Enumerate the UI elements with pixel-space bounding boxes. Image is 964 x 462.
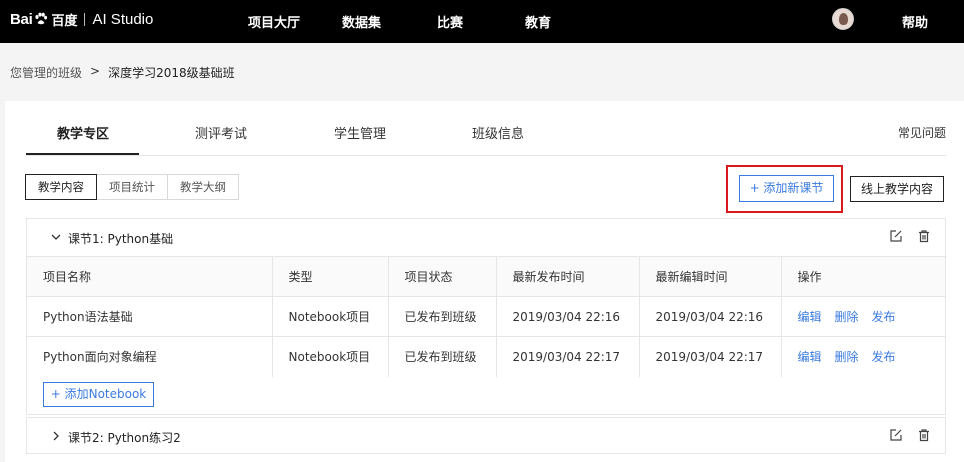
table-header-row: 项目名称 类型 项目状态 最新发布时间 最新编辑时间 操作: [27, 256, 945, 297]
section-header[interactable]: 课节2: Python练习2: [27, 418, 945, 455]
table-row: Python面向对象编程 Notebook项目 已发布到班级 2019/03/0…: [27, 336, 945, 377]
row-actions: 编辑 删除 发布: [780, 336, 945, 377]
logo-divider: [84, 12, 86, 26]
edited-time: 2019/03/04 22:16: [638, 296, 781, 337]
tab-bar: 教学专区 测评考试 学生管理 班级信息 常见问题: [26, 101, 946, 156]
col-status: 项目状态: [387, 256, 496, 297]
tab-students[interactable]: 学生管理: [334, 123, 386, 142]
delete-link[interactable]: 删除: [835, 350, 859, 364]
faq-link[interactable]: 常见问题: [898, 124, 946, 141]
col-ops: 操作: [780, 256, 945, 297]
paw-icon: [35, 12, 48, 25]
nav-datasets[interactable]: 数据集: [342, 12, 381, 31]
tab-assessment[interactable]: 测评考试: [195, 123, 247, 142]
col-edited: 最新编辑时间: [638, 256, 781, 297]
logo-text: Bai: [10, 10, 33, 28]
breadcrumb-parent[interactable]: 您管理的班级: [10, 64, 82, 81]
project-status: 已发布到班级: [387, 296, 496, 337]
subtab-group: 教学内容 项目统计 教学大纲: [25, 174, 239, 200]
table-row: Python语法基础 Notebook项目 已发布到班级 2019/03/04 …: [27, 296, 945, 337]
project-name[interactable]: Python面向对象编程: [27, 336, 272, 377]
project-type: Notebook项目: [271, 296, 388, 337]
project-name[interactable]: Python语法基础: [27, 296, 272, 337]
tab-teaching[interactable]: 教学专区: [57, 123, 109, 142]
app-name: AI Studio: [92, 10, 154, 28]
breadcrumb-separator: >: [90, 64, 101, 78]
nav-help[interactable]: 帮助: [902, 12, 928, 31]
online-content-button[interactable]: 线上教学内容: [850, 176, 944, 202]
edited-time: 2019/03/04 22:17: [638, 336, 781, 377]
section-title: 课节2: Python练习2: [68, 431, 181, 445]
subtab-stats[interactable]: 项目统计: [96, 174, 168, 200]
publish-link[interactable]: 发布: [872, 350, 896, 364]
col-type: 类型: [271, 256, 388, 297]
tab-class-info[interactable]: 班级信息: [472, 123, 524, 142]
section-header[interactable]: 课节1: Python基础: [27, 219, 945, 256]
trash-icon[interactable]: [917, 229, 931, 243]
trash-icon[interactable]: [917, 428, 931, 442]
project-status: 已发布到班级: [387, 336, 496, 377]
main-panel: 教学专区 测评考试 学生管理 班级信息 常见问题 教学内容 项目统计 教学大纲 …: [5, 101, 964, 462]
add-section-button[interactable]: + 添加新课节: [739, 175, 834, 202]
published-time: 2019/03/04 22:17: [495, 336, 639, 377]
chevron-down-icon[interactable]: [49, 230, 63, 244]
project-type: Notebook项目: [271, 336, 388, 377]
edit-icon[interactable]: [889, 428, 903, 442]
logo-cn: 百度: [51, 13, 78, 29]
subtab-content[interactable]: 教学内容: [25, 174, 97, 200]
subtab-syllabus[interactable]: 教学大纲: [167, 174, 239, 200]
baidu-ai-studio-logo[interactable]: Bai 百度 AI Studio: [10, 9, 153, 29]
edit-link[interactable]: 编辑: [798, 310, 822, 324]
chevron-right-icon[interactable]: [49, 429, 63, 443]
breadcrumb-current: 深度学习2018级基础班: [108, 66, 235, 80]
project-table: 项目名称 类型 项目状态 最新发布时间 最新编辑时间 操作 Python语法基础…: [27, 256, 945, 377]
breadcrumb: 您管理的班级 > 深度学习2018级基础班: [10, 64, 235, 81]
nav-projects[interactable]: 项目大厅: [248, 12, 300, 31]
publish-link[interactable]: 发布: [872, 310, 896, 324]
published-time: 2019/03/04 22:16: [495, 296, 639, 337]
section-title: 课节1: Python基础: [68, 232, 174, 246]
avatar[interactable]: [832, 8, 854, 30]
add-notebook-button[interactable]: + 添加Notebook: [43, 382, 154, 407]
col-name: 项目名称: [27, 256, 272, 297]
nav-education[interactable]: 教育: [525, 12, 551, 31]
edit-link[interactable]: 编辑: [798, 350, 822, 364]
top-navigation-bar: Bai 百度 AI Studio 项目大厅 数据集 比赛 教育 帮助: [0, 0, 964, 43]
section-2: 课节2: Python练习2: [26, 417, 946, 454]
delete-link[interactable]: 删除: [835, 310, 859, 324]
nav-competitions[interactable]: 比赛: [437, 12, 463, 31]
section-1: 课节1: Python基础 项目名称 类型 项目状态 最新发布时间 最新编辑时间…: [26, 218, 946, 415]
active-tab-indicator: [26, 153, 139, 155]
row-actions: 编辑 删除 发布: [780, 296, 945, 337]
col-published: 最新发布时间: [495, 256, 639, 297]
edit-icon[interactable]: [889, 229, 903, 243]
